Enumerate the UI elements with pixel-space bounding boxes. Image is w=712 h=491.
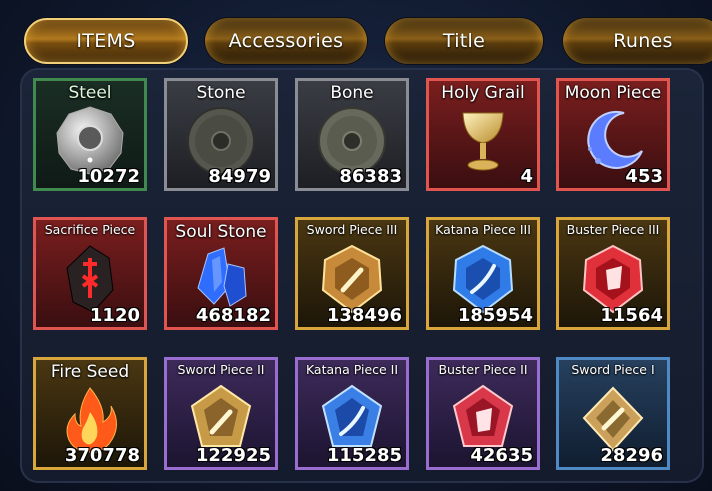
item-name: Sword Piece II <box>177 362 265 377</box>
item-name: Moon Piece <box>564 83 662 103</box>
tab-bar: ITEMS Accessories Title Runes <box>0 0 712 70</box>
item-count: 84979 <box>208 166 271 187</box>
item-tile-katana-piece-iii[interactable]: Katana Piece III 185954 <box>426 217 540 330</box>
item-tile-katana-piece-ii[interactable]: Katana Piece II 115285 <box>295 357 409 470</box>
item-name: Katana Piece III <box>435 222 531 237</box>
item-tile-stone[interactable]: Stone 84979 <box>164 78 278 191</box>
item-count: 468182 <box>195 305 271 326</box>
item-tile-fire-seed[interactable]: Fire Seed 370778 <box>33 357 147 470</box>
tab-accessories[interactable]: Accessories <box>205 18 367 64</box>
item-tile-holy-grail[interactable]: Holy Grail 4 <box>426 78 540 191</box>
item-tile-buster-piece-iii[interactable]: Buster Piece III 11564 <box>556 217 670 330</box>
item-count: 11564 <box>600 305 663 326</box>
item-count: 453 <box>625 166 663 187</box>
item-name: Sword Piece I <box>571 362 655 377</box>
item-count: 4 <box>520 166 533 187</box>
item-name: Katana Piece II <box>305 362 399 377</box>
item-tile-moon-piece[interactable]: Moon Piece 453 <box>556 78 670 191</box>
item-count: 115285 <box>326 445 402 466</box>
item-tile-bone[interactable]: Bone 86383 <box>295 78 409 191</box>
item-name: Stone <box>196 83 246 103</box>
item-count: 1120 <box>89 305 140 326</box>
item-name: Bone <box>330 83 374 103</box>
item-name: Sword Piece III <box>306 222 398 237</box>
item-count: 122925 <box>195 445 271 466</box>
item-count: 86383 <box>339 166 402 187</box>
tab-items[interactable]: ITEMS <box>24 18 188 64</box>
item-count: 42635 <box>470 445 533 466</box>
item-tile-buster-piece-ii[interactable]: Buster Piece II 42635 <box>426 357 540 470</box>
item-count: 10272 <box>77 166 140 187</box>
item-tile-soul-stone[interactable]: Soul Stone 468182 <box>164 217 278 330</box>
item-count: 138496 <box>326 305 402 326</box>
item-name: Fire Seed <box>50 362 130 382</box>
tab-runes[interactable]: Runes <box>563 18 712 64</box>
item-count: 28296 <box>600 445 663 466</box>
item-tile-sword-piece-iii[interactable]: Sword Piece III 138496 <box>295 217 409 330</box>
item-tile-sacrifice-piece[interactable]: Sacrifice Piece 1120 <box>33 217 147 330</box>
item-name: Sacrifice Piece <box>44 222 136 237</box>
item-count: 370778 <box>64 445 140 466</box>
item-tile-sword-piece-i[interactable]: Sword Piece I 28296 <box>556 357 670 470</box>
item-name: Buster Piece III <box>566 222 660 237</box>
item-count: 185954 <box>457 305 533 326</box>
tab-title[interactable]: Title <box>385 18 543 64</box>
item-name: Steel <box>68 83 112 103</box>
holy-grail-icon <box>462 112 504 171</box>
item-tile-sword-piece-ii[interactable]: Sword Piece II 122925 <box>164 357 278 470</box>
item-name: Holy Grail <box>441 83 525 103</box>
item-tile-steel[interactable]: Steel 10272 <box>33 78 147 191</box>
item-name: Buster Piece II <box>438 362 528 377</box>
item-name: Soul Stone <box>175 222 267 242</box>
